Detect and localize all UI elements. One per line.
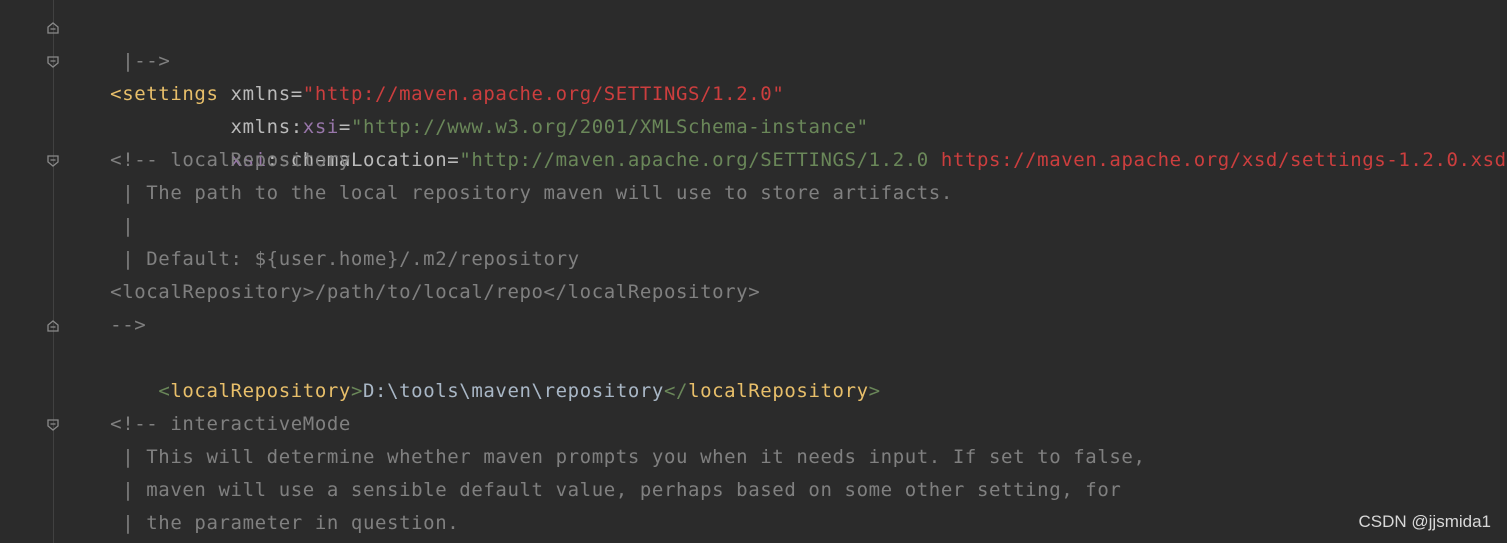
tag-bracket: >	[350, 380, 363, 402]
url-link[interactable]: https://maven.apache.org/xsd/settings-1.…	[941, 149, 1507, 171]
comment-line[interactable]: <localRepository>/path/to/local/repo</lo…	[62, 276, 760, 309]
tag-bracket: >	[868, 380, 881, 402]
comment-line[interactable]: <!-- interactiveMode	[62, 408, 351, 441]
element-value: D:\tools\maven\repository	[363, 380, 664, 402]
tag-name: localRepository	[170, 380, 351, 402]
comment-line[interactable]: | the parameter in question.	[62, 507, 459, 540]
fold-start-icon[interactable]	[46, 55, 60, 69]
gutter-divider	[53, 0, 54, 543]
comment-line[interactable]: |	[62, 210, 134, 243]
code-line[interactable]: |-->	[62, 12, 170, 72]
comment-line[interactable]: | Default: ${user.home}/.m2/repository	[62, 243, 580, 276]
attribute-value: "http://maven.apache.org/SETTINGS/1.2.0	[459, 149, 941, 171]
comment-line[interactable]: -->	[62, 309, 146, 342]
code-line[interactable]: xmlns:xsi="http://www.w3.org/2001/XMLSch…	[62, 78, 869, 138]
comment-line[interactable]: | maven will use a sensible default valu…	[62, 474, 1121, 507]
comment-line[interactable]: | The path to the local repository maven…	[62, 177, 953, 210]
fold-start-icon[interactable]	[46, 418, 60, 432]
code-editor[interactable]: --> |--> <settings xmlns="http://maven.a…	[0, 0, 1507, 543]
tag-bracket: <	[158, 380, 171, 402]
code-line[interactable]: <settings xmlns="http://maven.apache.org…	[62, 45, 784, 105]
gutter	[0, 0, 62, 543]
fold-start-icon[interactable]	[46, 154, 60, 168]
comment-line[interactable]: | This will determine whether maven prom…	[62, 441, 1146, 474]
tag-name: localRepository	[688, 380, 869, 402]
code-line[interactable]: xsi:schemaLocation="http://maven.apache.…	[62, 111, 1507, 171]
comment-line[interactable]: <!-- localRepository	[62, 144, 351, 177]
watermark: CSDN @jjsmida1	[1358, 512, 1491, 531]
code-line[interactable]: <localRepository>D:\tools\maven\reposito…	[62, 342, 881, 402]
fold-end-icon[interactable]	[46, 21, 60, 35]
equals-sign: =	[447, 149, 460, 171]
tag-bracket: </	[663, 380, 689, 402]
fold-end-icon[interactable]	[46, 319, 60, 333]
